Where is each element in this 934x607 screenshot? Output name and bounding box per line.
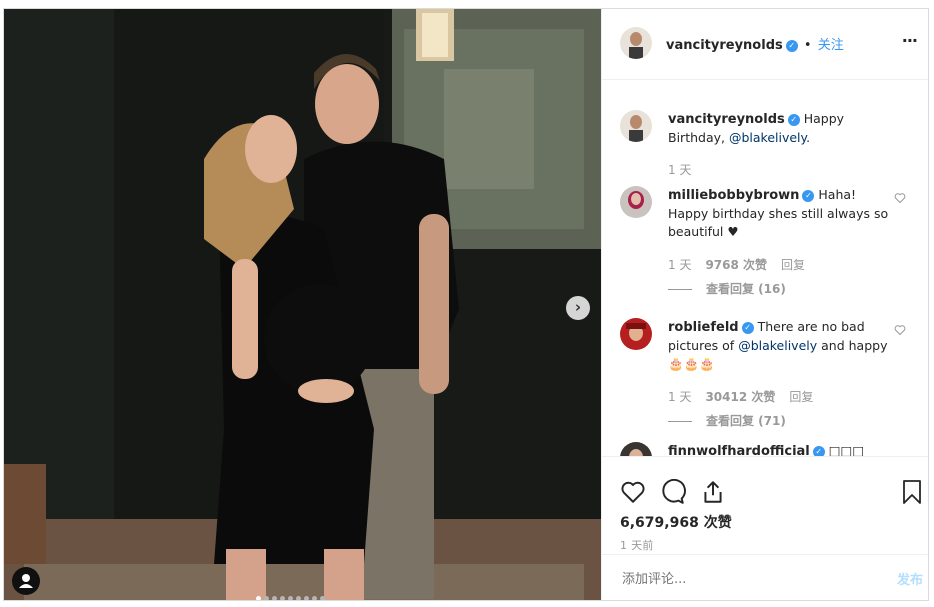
- avatar-image: [620, 110, 652, 142]
- like-comment-heart-icon[interactable]: [894, 324, 906, 336]
- view-replies-button[interactable]: 查看回复 (16): [668, 280, 786, 297]
- carousel-dot: [295, 596, 301, 600]
- comment-time[interactable]: 1 天: [668, 258, 691, 272]
- verified-badge-icon: ✓: [785, 40, 798, 52]
- carousel-dot: [287, 596, 293, 600]
- comment-text: finnwolfhardofficial ✓ □□□: [668, 442, 893, 456]
- carousel-indicator: [254, 586, 326, 600]
- comment-bubble-icon[interactable]: [660, 479, 686, 505]
- comment-author[interactable]: finnwolfhardofficial: [668, 444, 810, 456]
- more-options-icon: ···: [901, 31, 918, 50]
- verified-badge-icon: ✓: [812, 446, 825, 456]
- author-avatar[interactable]: [620, 27, 652, 59]
- share-icon[interactable]: [700, 479, 726, 505]
- carousel-dot: [255, 596, 261, 600]
- dot-separator: •: [803, 38, 812, 53]
- replies-divider: [668, 289, 692, 290]
- post-actions: 6,679,968 次赞 1 天前: [602, 456, 928, 555]
- avatar-image: [620, 27, 652, 59]
- carousel-dot: [311, 596, 317, 600]
- follow-button[interactable]: 关注: [818, 38, 844, 53]
- avatar-image: [620, 442, 652, 456]
- add-comment-bar: 发布: [602, 554, 928, 600]
- replies-divider: [668, 421, 692, 422]
- comment-author[interactable]: milliebobbybrown: [668, 188, 799, 203]
- more-options-button[interactable]: ···: [901, 31, 918, 50]
- verified-badge-icon: ✓: [802, 190, 815, 202]
- post-side-panel: vancityreynolds ✓ • 关注 ··· vancityreynol…: [601, 9, 928, 600]
- comment-meta: 1 天 9768 次赞 回复: [668, 256, 805, 273]
- comment-body: □□□: [828, 443, 865, 456]
- author-username[interactable]: vancityreynolds: [666, 38, 783, 53]
- comment-text: milliebobbybrown ✓ Haha! Happy birthday s…: [668, 186, 893, 241]
- caption-avatar[interactable]: [620, 110, 652, 142]
- comment-likes[interactable]: 30412 次赞: [705, 390, 775, 404]
- view-replies-label: 查看回复 (71): [706, 414, 786, 428]
- comment-avatar[interactable]: [620, 186, 652, 218]
- comment-meta: 1 天 30412 次赞 回复: [668, 388, 813, 405]
- comment-text: robliefeld ✓ There are no bad pictures of…: [668, 318, 893, 373]
- view-replies-button[interactable]: 查看回复 (71): [668, 412, 786, 429]
- chevron-right-icon: ›: [574, 298, 582, 316]
- comment-mention[interactable]: @blakelively: [738, 338, 817, 353]
- post-timestamp[interactable]: 1 天前: [620, 537, 654, 553]
- caption-time[interactable]: 1 天: [668, 161, 691, 178]
- like-heart-icon[interactable]: [620, 479, 646, 505]
- reply-button[interactable]: 回复: [789, 390, 813, 404]
- carousel-dot: [319, 596, 325, 600]
- verified-badge-icon: ✓: [787, 114, 800, 126]
- carousel-dot: [303, 596, 309, 600]
- comment-avatar[interactable]: [620, 442, 652, 456]
- caption-author[interactable]: vancityreynolds: [668, 112, 785, 127]
- next-photo-button[interactable]: ›: [566, 296, 590, 320]
- post-comment-button[interactable]: 发布: [897, 569, 923, 588]
- comment-avatar[interactable]: [620, 318, 652, 350]
- comment-input[interactable]: [620, 568, 874, 590]
- comment-likes[interactable]: 9768 次赞: [705, 258, 767, 272]
- comments-list[interactable]: vancityreynolds ✓ Happy Birthday, @blakel…: [602, 80, 928, 456]
- user-tags-button[interactable]: [12, 567, 40, 595]
- view-replies-label: 查看回复 (16): [706, 282, 786, 296]
- likes-count[interactable]: 6,679,968 次赞: [620, 512, 732, 532]
- caption-text: vancityreynolds ✓ Happy Birthday, @blakel…: [668, 110, 893, 147]
- comment-time[interactable]: 1 天: [668, 390, 691, 404]
- comment-author[interactable]: robliefeld: [668, 320, 739, 335]
- carousel-dot: [271, 596, 277, 600]
- reply-button[interactable]: 回复: [781, 258, 805, 272]
- avatar-image: [620, 318, 652, 350]
- post-header: vancityreynolds ✓ • 关注 ···: [602, 9, 928, 80]
- post-photo[interactable]: ›: [4, 9, 601, 600]
- carousel-dot: [263, 596, 269, 600]
- bookmark-icon[interactable]: [900, 479, 924, 505]
- caption-mention[interactable]: @blakelively.: [729, 130, 810, 145]
- person-icon: [19, 574, 33, 588]
- like-comment-heart-icon[interactable]: [894, 192, 906, 204]
- avatar-image: [620, 186, 652, 218]
- post-dialog: › vancityreynolds ✓ • 关注 ··· vancityreyn…: [3, 8, 929, 601]
- verified-badge-icon: ✓: [741, 322, 754, 334]
- photo-illustration: [4, 9, 601, 600]
- carousel-dot: [279, 596, 285, 600]
